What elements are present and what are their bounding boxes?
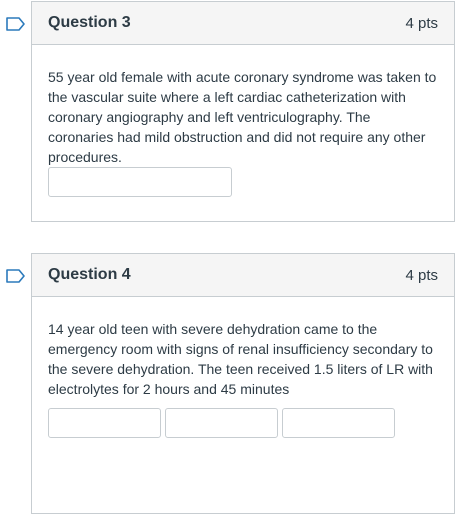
question-header: Question 4 4 pts [32, 254, 454, 297]
question-points: 4 pts [405, 266, 438, 284]
answer-blank-2[interactable] [165, 408, 278, 438]
bookmark-flag-icon[interactable] [6, 269, 26, 283]
question-3: Question 3 4 pts 55 year old female with… [6, 1, 455, 222]
question-header: Question 3 4 pts [32, 2, 454, 45]
bookmark-flag-icon[interactable] [6, 17, 26, 31]
answer-blank-1[interactable] [48, 408, 161, 438]
question-title: Question 4 [48, 266, 131, 283]
answer-input[interactable] [48, 167, 232, 197]
question-text: 14 year old teen with severe dehydration… [48, 321, 433, 397]
question-text: 55 year old female with acute coronary s… [48, 69, 437, 165]
question-title: Question 3 [48, 14, 131, 31]
question-points: 4 pts [405, 14, 438, 32]
answer-blank-3[interactable] [282, 408, 395, 438]
question-4: Question 4 4 pts 14 year old teen with s… [6, 253, 455, 514]
